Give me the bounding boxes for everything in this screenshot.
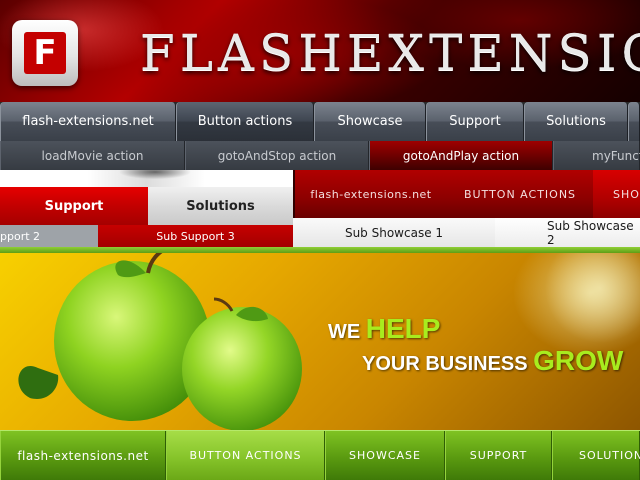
slogan-line-1: WE HELP: [328, 315, 623, 343]
gray-menu-item-showcase[interactable]: Showcase: [314, 102, 426, 141]
slogan: WE HELP YOUR BUSINESS GROW: [328, 315, 623, 375]
green-menu-item-button-actions[interactable]: BUTTON ACTIONS: [166, 431, 325, 480]
gray-submenu-item-label: myFuncti: [592, 148, 640, 163]
dark-red-menu-item-label: flash-extensions.net: [310, 187, 432, 201]
gray-menu-item-label: Support: [449, 114, 501, 129]
apple-small-icon: [182, 307, 302, 430]
dark-red-menu-item-button-actions[interactable]: BUTTON ACTIONS: [447, 170, 593, 218]
red-light-submenu-bar: pport 2 Sub Support 3: [0, 225, 293, 247]
brand-logo[interactable]: F: [12, 20, 78, 86]
red-light-menu-item-label: Support: [44, 198, 104, 214]
slogan-grow: GROW: [533, 345, 624, 376]
dark-red-menu-item-home[interactable]: flash-extensions.net: [295, 170, 447, 218]
preview-strip: [0, 170, 293, 187]
green-menu-item-label: BUTTON ACTIONS: [189, 449, 302, 462]
dark-red-menu-item-label: BUTTON ACTIONS: [463, 187, 577, 201]
green-menu-item-label: flash-extensions.net: [17, 448, 149, 463]
dark-red-menu-item-label: SHOW: [613, 187, 640, 201]
green-menu-item-home[interactable]: flash-extensions.net: [0, 431, 166, 480]
dark-red-menu-bar: flash-extensions.net BUTTON ACTIONS SHOW: [293, 170, 640, 218]
gray-submenu-item-label: loadMovie action: [41, 148, 144, 163]
green-menu-item-label: SHOWCASE: [349, 449, 421, 462]
red-light-menu-item-support[interactable]: Support: [0, 187, 148, 225]
gray-submenu-bar: loadMovie action gotoAndStop action goto…: [0, 141, 640, 170]
slogan-your-business: YOUR BUSINESS: [362, 353, 528, 375]
slogan-line-2: YOUR BUSINESS GROW: [362, 347, 623, 375]
gray-menu-item-button-actions[interactable]: Button actions: [176, 102, 314, 141]
slogan-help: HELP: [365, 313, 441, 344]
gray-submenu-item-label: gotoAndPlay action: [402, 148, 520, 163]
gray-submenu-item-myfunction[interactable]: myFuncti: [553, 141, 640, 170]
gray-menu-item-label: flash-extensions.net: [22, 114, 154, 129]
gray-menu-item-home[interactable]: flash-extensions.net: [0, 102, 176, 141]
green-menu-bar: flash-extensions.net BUTTON ACTIONS SHOW…: [0, 430, 640, 480]
green-menu-item-support[interactable]: SUPPORT: [445, 431, 552, 480]
gray-menu-item-support[interactable]: Support: [426, 102, 524, 141]
green-menu-item-solutions[interactable]: SOLUTIONS: [552, 431, 640, 480]
logo-mark: F: [24, 32, 66, 74]
gray-menu-bar: flash-extensions.net Button actions Show…: [0, 102, 640, 141]
slogan-we: WE: [328, 321, 361, 343]
dark-red-submenu-item-label: Sub Showcase 1: [344, 225, 444, 240]
green-menu-item-showcase[interactable]: SHOWCASE: [325, 431, 445, 480]
red-light-menu-item-solutions[interactable]: Solutions: [148, 187, 293, 225]
dark-red-menu-item-showcase[interactable]: SHOW: [593, 170, 640, 218]
dark-red-submenu-item-showcase-2[interactable]: Sub Showcase 2: [495, 218, 640, 247]
green-menu-item-label: SUPPORT: [469, 449, 528, 462]
preview-shadow: [110, 170, 200, 187]
red-light-submenu-item-support-3[interactable]: Sub Support 3: [98, 225, 293, 247]
gray-submenu-item-gotoandplay[interactable]: gotoAndPlay action: [369, 141, 553, 170]
gray-submenu-item-loadmovie[interactable]: loadMovie action: [0, 141, 185, 170]
red-light-submenu-item-label: Sub Support 3: [156, 229, 235, 243]
gray-menu-item-label: Solutions: [546, 114, 606, 129]
dark-red-submenu-bar: Sub Showcase 1 Sub Showcase 2: [293, 218, 640, 247]
gray-submenu-item-label: gotoAndStop action: [217, 148, 337, 163]
dark-red-submenu-item-label: Sub Showcase 2: [547, 218, 634, 247]
apple-banner: WE HELP YOUR BUSINESS GROW: [0, 253, 640, 430]
gray-menu-item-more[interactable]: [628, 102, 640, 141]
gray-menu-item-label: Showcase: [337, 114, 403, 129]
green-menu-item-label: SOLUTIONS: [579, 449, 640, 462]
brand-title: FLASHEXTENSIC: [140, 24, 640, 82]
red-light-submenu-item-support-2[interactable]: pport 2: [0, 225, 98, 247]
header-banner: F FLASHEXTENSIC: [0, 0, 640, 102]
dark-red-submenu-item-showcase-1[interactable]: Sub Showcase 1: [293, 218, 495, 247]
leaf-icon: [18, 365, 59, 399]
red-light-menu-item-label: Solutions: [186, 198, 255, 214]
logo-glyph-icon: F: [33, 33, 57, 73]
gray-submenu-item-gotoandstop[interactable]: gotoAndStop action: [185, 141, 369, 170]
apple-large-icon: [54, 261, 210, 421]
gray-menu-item-label: Button actions: [197, 114, 293, 129]
red-light-submenu-item-label: pport 2: [0, 229, 41, 243]
red-light-menu-bar: Support Solutions: [0, 187, 293, 225]
gray-menu-item-solutions[interactable]: Solutions: [524, 102, 628, 141]
